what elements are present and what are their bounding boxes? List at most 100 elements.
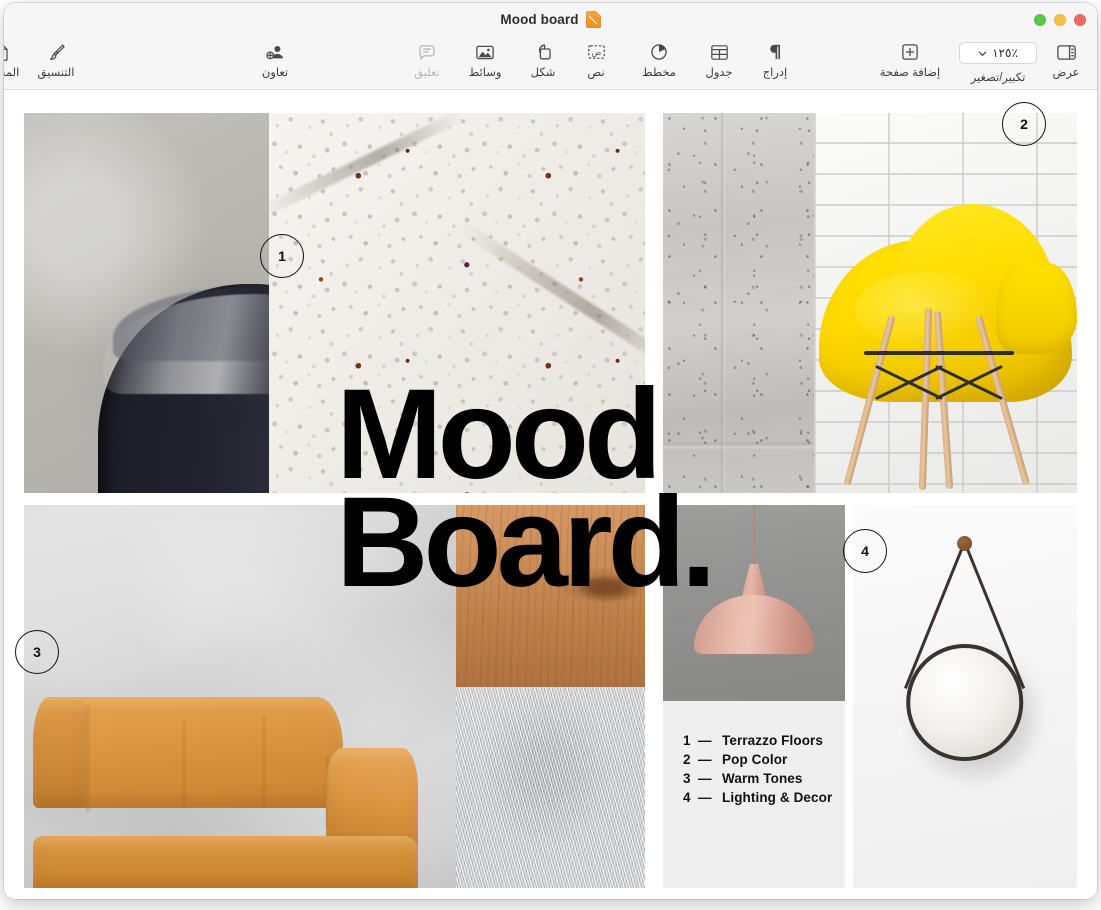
sofa-shape [33,697,452,889]
toolbar-label-insert: إدراج [763,67,788,80]
concrete-seam [663,443,814,448]
window-title-group: Mood board [500,11,600,28]
legend-label: Lighting & Decor [722,788,832,807]
sofa-fold [326,756,328,828]
toolbar-label-document: المستند [4,67,19,80]
zoom-stepper[interactable]: ٪١٢٥ [959,42,1037,64]
image-wood-grain[interactable] [456,505,645,687]
toolbar-item-comment[interactable]: تعليق [401,41,453,80]
image-terrazzo-slab[interactable] [269,113,645,493]
minimize-button[interactable] [1054,14,1066,26]
plus-square-icon [897,41,923,63]
toolbar: عرض ٪١٢٥ تكبير/تصغير [4,36,1097,90]
image-grey-fur[interactable] [456,687,645,888]
toolbar-label-zoom-wrap: تكبير/تصغير [959,68,1037,86]
pages-window: Mood board [4,3,1097,899]
toolbar-item-insert[interactable]: إدراج [753,41,797,80]
toolbar-item-collaborate[interactable]: تعاون [249,41,301,80]
legend-dash: — [698,788,722,807]
window-title: Mood board [500,12,578,27]
sidebar-view-icon [1053,41,1079,63]
comment-bubble-icon [414,41,440,63]
toolbar-item-view[interactable]: عرض [1043,41,1089,80]
toolbar-label-collaborate: تعاون [262,67,288,80]
badge-2[interactable]: 2 [1002,102,1046,146]
lamp-cord [753,505,755,572]
legend-item: 1 — Terrazzo Floors [683,731,832,750]
window-controls [1034,14,1086,26]
shapes-icon [530,41,556,63]
mirror-shape [896,536,1035,865]
legend-label: Warm Tones [722,769,803,788]
legend-number: 3 [683,769,698,788]
sofa-seat [33,836,419,888]
toolbar-label-text: نص [587,67,604,80]
toolbar-label-view: عرض [1052,67,1079,80]
toolbar-label-shape: شكل [531,67,556,80]
toolbar-item-format[interactable]: التنسيق [27,41,85,80]
document-page[interactable]: 1 — Terrazzo Floors 2 — Pop Color 3 — [24,113,1077,888]
legend-dash: — [698,750,722,769]
terrazzo-crack [458,221,645,367]
toolbar-label-comment: تعليق [414,67,440,80]
toolbar-label-chart: مخطط [642,67,676,80]
legend-item: 3 — Warm Tones [683,769,832,788]
maximize-button[interactable] [1034,14,1046,26]
window-titlebar: Mood board [4,3,1097,36]
paintbrush-icon [43,41,69,63]
pilcrow-icon [762,41,788,63]
image-concrete-wall[interactable] [663,113,814,493]
sofa-fold [263,716,265,808]
legend-dash: — [698,731,722,750]
mirror-glass [907,644,1024,761]
badge-4[interactable]: 4 [843,529,887,573]
mirror-wall-knob [958,536,973,551]
chevron-down-icon [978,49,987,58]
badge-1[interactable]: 1 [260,234,304,278]
screen: Mood board [0,0,1101,910]
toolbar-item-shape[interactable]: شكل [519,41,567,80]
legend-list: 1 — Terrazzo Floors 2 — Pop Color 3 — [683,731,832,807]
toolbar-item-document[interactable]: المستند [4,41,31,80]
lamp-cone [741,564,766,599]
terrazzo-crack [269,113,463,219]
document-page-icon [4,41,14,63]
toolbar-item-text[interactable]: ض نص [575,41,617,80]
toolbar-item-chart[interactable]: مخطط [633,41,685,80]
legend-number: 4 [683,788,698,807]
lamp-dome [694,595,814,654]
sofa-fold [87,704,89,812]
toolbar-label-format: التنسيق [38,67,75,80]
zoom-value: ٪١٢٥ [992,46,1018,60]
image-pink-pendant[interactable] [663,505,845,701]
document-canvas[interactable]: 1 — Terrazzo Floors 2 — Pop Color 3 — [4,91,1097,899]
text-box-icon: ض [583,41,609,63]
pages-document-icon [586,11,601,28]
legend-label: Pop Color [722,750,787,769]
toolbar-item-add-page[interactable]: إضافة صفحة [871,41,949,80]
image-yellow-chair[interactable] [814,113,1077,493]
toolbar-label-zoom: تكبير/تصغير [971,72,1026,84]
svg-text:ض: ض [591,48,601,57]
toolbar-item-table[interactable]: جدول [697,41,741,80]
legend-number: 1 [683,731,698,750]
toolbar-label-media: وسائط [469,67,502,80]
legend-dash: — [698,769,722,788]
legend-item: 4 — Lighting & Decor [683,788,832,807]
close-button[interactable] [1074,14,1086,26]
add-person-icon [262,41,288,63]
image-dark-armchair[interactable] [24,113,269,493]
toolbar-label-table: جدول [705,67,732,80]
sofa-back-cushion [33,700,87,808]
image-round-mirror[interactable] [853,505,1077,888]
photo-icon [472,41,498,63]
image-tan-sofa[interactable] [24,505,456,888]
badge-3[interactable]: 3 [15,630,59,674]
chair-crossbar [864,351,1014,355]
pie-chart-icon [646,41,672,63]
legend-item: 2 — Pop Color [683,750,832,769]
toolbar-label-add-page: إضافة صفحة [880,67,941,80]
toolbar-item-media[interactable]: وسائط [459,41,511,80]
armchair-shape [98,284,270,493]
legend-panel: 1 — Terrazzo Floors 2 — Pop Color 3 — [663,701,845,888]
